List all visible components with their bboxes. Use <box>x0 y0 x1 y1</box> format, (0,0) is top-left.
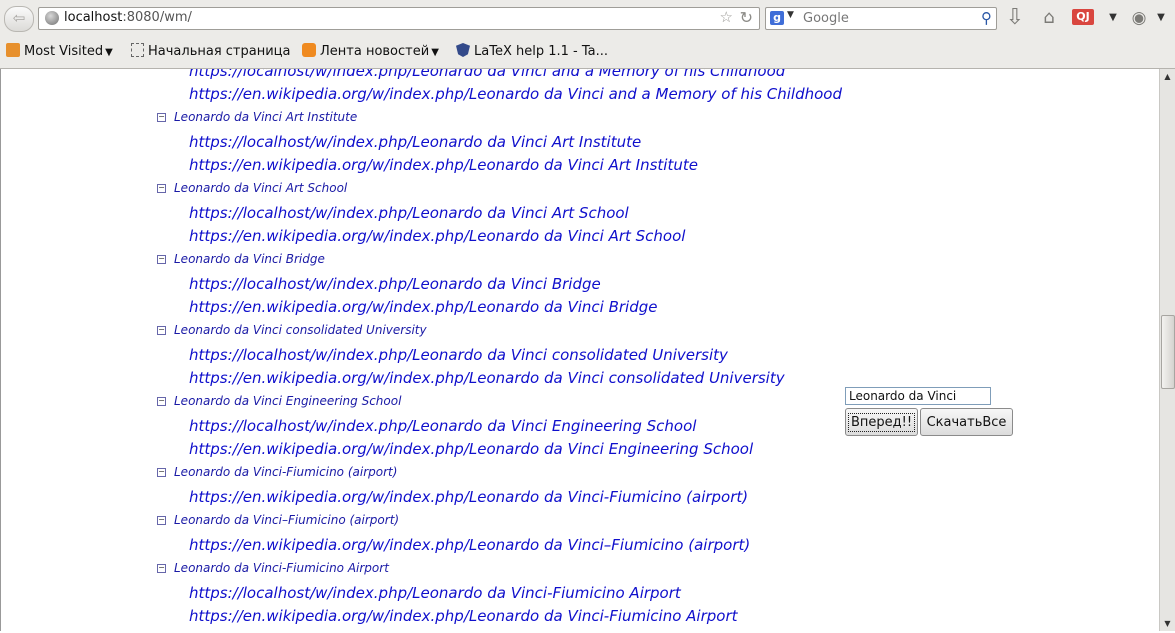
tree-node-title: Leonardo da Vinci–Fiumicino (airport) <box>174 513 400 527</box>
tree-node[interactable]: − Leonardo da Vinci-Fiumicino Airport <box>157 561 389 575</box>
scroll-up-icon[interactable]: ▲ <box>1160 70 1175 83</box>
tree-node-title: Leonardo da Vinci Art Institute <box>174 110 358 124</box>
download-all-button[interactable]: СкачатьВсе <box>920 408 1013 436</box>
tree-node-title: Leonardo da Vinci-Fiumicino Airport <box>174 561 389 575</box>
shield-icon <box>456 43 470 57</box>
page-content: https://localhost/w/index.php/Leonardo d… <box>0 69 1159 631</box>
tree-link[interactable]: https://localhost/w/index.php/Leonardo d… <box>189 204 629 222</box>
dropdown-caret-icon: ▼ <box>431 47 439 58</box>
tree-node-title: Leonardo da Vinci consolidated Universit… <box>174 323 427 337</box>
persona-icon[interactable]: ◉ <box>1128 6 1150 30</box>
page-icon <box>131 43 144 57</box>
bookmarks-toolbar: Most Visited ▼ Начальная страница Лента н… <box>0 38 1175 66</box>
collapse-toggle-icon[interactable]: − <box>157 397 166 406</box>
collapse-toggle-icon[interactable]: − <box>157 468 166 477</box>
tree-node-title: Leonardo da Vinci Bridge <box>174 252 325 266</box>
tree-link[interactable]: https://en.wikipedia.org/w/index.php/Leo… <box>189 298 657 316</box>
tree-link[interactable]: https://localhost/w/index.php/Leonardo d… <box>189 133 641 151</box>
tree-link[interactable]: https://en.wikipedia.org/w/index.php/Leo… <box>189 227 685 245</box>
site-identity-icon[interactable] <box>45 11 59 25</box>
bookmark-start-page[interactable]: Начальная страница <box>131 43 290 61</box>
tree-link[interactable]: https://en.wikipedia.org/w/index.php/Leo… <box>189 440 753 458</box>
google-engine-icon[interactable]: g <box>770 11 784 25</box>
collapse-toggle-icon[interactable]: − <box>157 326 166 335</box>
bookmark-label: Most Visited <box>24 44 104 59</box>
vertical-scrollbar[interactable]: ▲ ▼ <box>1159 69 1175 631</box>
scroll-down-icon[interactable]: ▼ <box>1160 617 1175 630</box>
back-button[interactable]: ⇦ <box>4 6 34 32</box>
navigation-toolbar: ⇦ localhost:8080/wm/ ☆ ↻ g ▼ Google ⚲ ⇩ … <box>0 0 1175 37</box>
tree-link[interactable]: https://en.wikipedia.org/w/index.php/Leo… <box>189 536 750 554</box>
address-bar[interactable]: localhost:8080/wm/ ☆ ↻ <box>38 7 760 30</box>
tree-link[interactable]: https://localhost/w/index.php/Leonardo d… <box>189 584 681 602</box>
browser-chrome: ⇦ localhost:8080/wm/ ☆ ↻ g ▼ Google ⚲ ⇩ … <box>0 0 1175 69</box>
tree-node[interactable]: − Leonardo da Vinci Art Institute <box>157 110 357 124</box>
most-visited-icon <box>6 43 20 57</box>
bookmark-star-icon[interactable]: ☆ <box>720 8 733 26</box>
engine-dropdown-icon[interactable]: ▼ <box>787 10 794 20</box>
tree-node[interactable]: − Leonardo da Vinci consolidated Universi… <box>157 323 427 337</box>
extension-dropdown-icon[interactable]: ▼ <box>1106 6 1120 30</box>
tree-node[interactable]: − Leonardo da Vinci Art School <box>157 181 347 195</box>
bookmark-label: Начальная страница <box>148 44 291 59</box>
tree-link[interactable]: https://en.wikipedia.org/w/index.php/Leo… <box>189 488 748 506</box>
tree-link[interactable]: https://en.wikipedia.org/w/index.php/Leo… <box>189 369 785 387</box>
url-path: :8080/wm/ <box>122 10 192 25</box>
term-input[interactable] <box>845 387 991 405</box>
search-bar[interactable]: g ▼ Google ⚲ <box>765 7 997 30</box>
tree-node[interactable]: − Leonardo da Vinci–Fiumicino (airport) <box>157 513 399 527</box>
collapse-toggle-icon[interactable]: − <box>157 516 166 525</box>
collapse-toggle-icon[interactable]: − <box>157 113 166 122</box>
tree-link[interactable]: https://localhost/w/index.php/Leonardo d… <box>189 417 696 435</box>
bookmark-label: LaTeX help 1.1 - Ta... <box>474 44 608 59</box>
bookmark-most-visited[interactable]: Most Visited ▼ <box>6 43 113 61</box>
forward-button[interactable]: Вперед!! <box>845 408 918 436</box>
tree-node-title: Leonardo da Vinci Art School <box>174 181 348 195</box>
tree-node-title: Leonardo da Vinci-Fiumicino (airport) <box>174 465 398 479</box>
home-icon[interactable]: ⌂ <box>1036 6 1062 30</box>
tree-link[interactable]: https://en.wikipedia.org/w/index.php/Leo… <box>189 85 842 103</box>
tree-link[interactable]: https://en.wikipedia.org/w/index.php/Leo… <box>189 607 738 625</box>
tree-link[interactable]: https://localhost/w/index.php/Leonardo d… <box>189 69 785 80</box>
tree-link[interactable]: https://localhost/w/index.php/Leonardo d… <box>189 346 728 364</box>
collapse-toggle-icon[interactable]: − <box>157 564 166 573</box>
search-input[interactable]: Google <box>803 11 849 26</box>
collapse-toggle-icon[interactable]: − <box>157 184 166 193</box>
search-magnifier-icon[interactable]: ⚲ <box>981 9 992 27</box>
forward-button-label: Вперед!! <box>847 412 916 432</box>
rss-icon <box>302 43 316 57</box>
collapse-toggle-icon[interactable]: − <box>157 255 166 264</box>
scrollbar-thumb[interactable] <box>1161 315 1175 389</box>
tree-node[interactable]: − Leonardo da Vinci Engineering School <box>157 394 401 408</box>
qj-extension-icon[interactable]: QJ <box>1072 9 1094 25</box>
bookmark-label: Лента новостей <box>320 44 430 59</box>
url-host: localhost <box>64 10 123 25</box>
dropdown-caret-icon: ▼ <box>105 47 113 58</box>
tree-link[interactable]: https://localhost/w/index.php/Leonardo d… <box>189 275 601 293</box>
tree-link[interactable]: https://en.wikipedia.org/w/index.php/Leo… <box>189 156 698 174</box>
tree-node[interactable]: − Leonardo da Vinci-Fiumicino (airport) <box>157 465 397 479</box>
bookmark-news-feed[interactable]: Лента новостей ▼ <box>302 43 439 61</box>
url-text[interactable]: localhost:8080/wm/ <box>64 10 192 25</box>
menu-dropdown-icon[interactable]: ▼ <box>1154 6 1168 30</box>
bookmark-latex-help[interactable]: LaTeX help 1.1 - Ta... <box>456 43 608 61</box>
downloads-icon[interactable]: ⇩ <box>1003 6 1027 30</box>
tree-node-title: Leonardo da Vinci Engineering School <box>174 394 402 408</box>
tree-node[interactable]: − Leonardo da Vinci Bridge <box>157 252 325 266</box>
reload-icon[interactable]: ↻ <box>740 8 753 27</box>
